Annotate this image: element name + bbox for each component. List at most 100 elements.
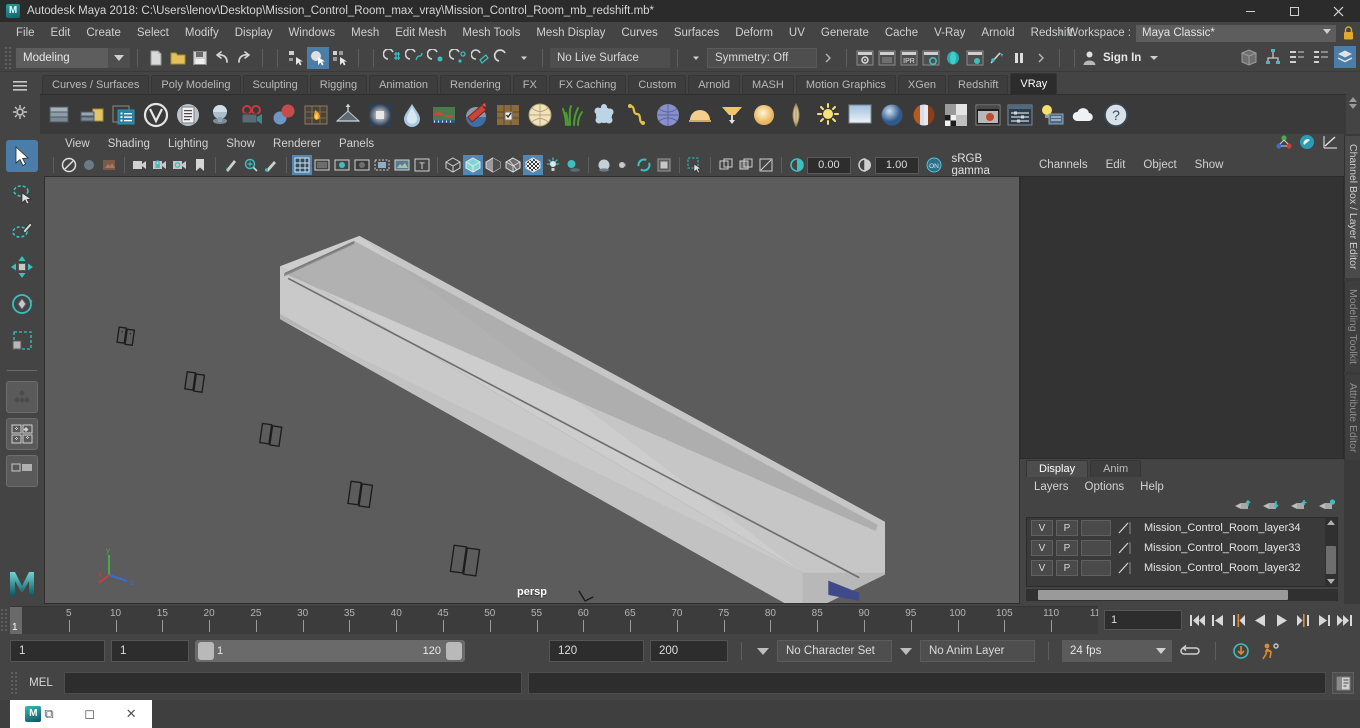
channel-menu-object[interactable]: Object: [1134, 154, 1185, 176]
paint-select-tool[interactable]: [6, 214, 38, 246]
taskbar-app-group[interactable]: M ⧉: [25, 706, 54, 722]
vray-log-icon[interactable]: [172, 99, 203, 130]
symmetry-field[interactable]: Symmetry: Off: [707, 47, 817, 68]
script-editor-icon[interactable]: [1332, 672, 1354, 694]
perspective-viewport[interactable]: y z x persp: [44, 176, 1020, 604]
new-scene-icon[interactable]: [145, 47, 167, 69]
layer-state-toggle[interactable]: [1081, 540, 1111, 556]
shelf-tab-custom[interactable]: Custom: [628, 75, 687, 94]
shelf-tab-mash[interactable]: MASH: [742, 75, 794, 94]
shelf-tab-sculpting[interactable]: Sculpting: [242, 75, 308, 94]
vray-water-icon[interactable]: [396, 99, 427, 130]
menu-item-edit-mesh[interactable]: Edit Mesh: [387, 22, 454, 44]
layer-playback-toggle[interactable]: P: [1056, 540, 1078, 556]
bookmark-view-icon[interactable]: [79, 155, 99, 175]
vray-fur-grass-icon[interactable]: [556, 99, 587, 130]
toggle-resolution-gate-icon[interactable]: [332, 155, 352, 175]
last-tool-used[interactable]: [6, 381, 38, 413]
vray-displacement-icon[interactable]: [428, 99, 459, 130]
vray-help-icon[interactable]: ?: [1100, 99, 1131, 130]
close-button[interactable]: [1316, 0, 1360, 22]
vray-logo-icon[interactable]: [140, 99, 171, 130]
menu-overflow-chevron-icon[interactable]: »: [1053, 27, 1067, 39]
vray-mesh-grid-icon[interactable]: [524, 99, 555, 130]
layer-menu-layers[interactable]: Layers: [1026, 477, 1077, 497]
restore-icon[interactable]: ⧉: [44, 706, 53, 722]
go-to-start-icon[interactable]: [1188, 610, 1207, 630]
scroll-down-icon[interactable]: [1327, 579, 1335, 584]
isolate-select-icon[interactable]: [685, 155, 705, 175]
viewport-menu-panels[interactable]: Panels: [330, 134, 383, 154]
layer-name[interactable]: Mission_Control_Room_layer33: [1139, 542, 1301, 554]
select-by-object-type-icon[interactable]: [307, 46, 329, 69]
vray-render-stack-icon[interactable]: [44, 99, 75, 130]
shelf-tab-fx[interactable]: FX: [512, 75, 547, 94]
undo-icon[interactable]: [211, 47, 233, 69]
magnify-tool-icon[interactable]: [241, 155, 261, 175]
auto-keyframe-icon[interactable]: [1229, 640, 1253, 662]
bookmark-icon[interactable]: [190, 155, 210, 175]
channel-menu-channels[interactable]: Channels: [1030, 154, 1097, 176]
toggle-image-plane-icon[interactable]: [392, 155, 412, 175]
xray-active-components-icon[interactable]: [736, 155, 756, 175]
layer-menu-help[interactable]: Help: [1132, 477, 1172, 497]
smooth-shade-all-icon[interactable]: [463, 155, 483, 175]
layer-playback-toggle[interactable]: P: [1056, 520, 1078, 536]
shelf-tab-xgen[interactable]: XGen: [897, 75, 947, 94]
vray-camera-icon[interactable]: [236, 99, 267, 130]
viewport-menu-view[interactable]: View: [56, 134, 99, 154]
anim-layer-field[interactable]: No Anim Layer: [920, 640, 1035, 662]
select-by-component-type-icon[interactable]: [329, 47, 351, 69]
time-slider[interactable]: 1 5 10 15 20 25 30 35 40 45 50 55 60 65 70 75 80 85 90 95 1…: [10, 606, 1098, 634]
step-back-keyframe-icon[interactable]: [1209, 610, 1228, 630]
open-attribute-editor-icon[interactable]: [1286, 46, 1308, 68]
redo-previous-render-icon[interactable]: [876, 47, 898, 69]
xray-joints-icon[interactable]: [716, 155, 736, 175]
step-forward-keyframe-icon[interactable]: [1314, 610, 1333, 630]
layer-state-toggle[interactable]: [1081, 520, 1111, 536]
shelf-tab-rendering[interactable]: Rendering: [440, 75, 511, 94]
panel-layout-options[interactable]: [6, 455, 38, 487]
channel-menu-edit[interactable]: Edit: [1097, 154, 1135, 176]
layer-state-toggle[interactable]: [1081, 560, 1111, 576]
redo-icon[interactable]: [233, 47, 255, 69]
open-channel-box-icon[interactable]: [1310, 46, 1332, 68]
vray-sphere-fade-icon[interactable]: [268, 99, 299, 130]
vray-frame-buffer-icon[interactable]: [972, 99, 1003, 130]
grease-pencil-icon[interactable]: [221, 155, 241, 175]
range-slider-bar[interactable]: 1 120: [195, 640, 465, 662]
move-layer-up-icon[interactable]: [1234, 498, 1252, 517]
layer-name[interactable]: Mission_Control_Room_layer32: [1139, 562, 1301, 574]
snap-to-projected-center-icon[interactable]: [447, 47, 469, 69]
shelf-tab-curves-surfaces[interactable]: Curves / Surfaces: [42, 75, 150, 94]
layer-name[interactable]: Mission_Control_Room_layer34: [1139, 522, 1301, 534]
vray-cloud-icon[interactable]: [1068, 99, 1099, 130]
viewport-menu-renderer[interactable]: Renderer: [264, 134, 330, 154]
menu-item-display[interactable]: Display: [227, 22, 281, 44]
table-row[interactable]: V P Mission_Control_Room_layer33: [1027, 538, 1337, 558]
shelf-tab-rigging[interactable]: Rigging: [309, 75, 368, 94]
vray-attributes-icon[interactable]: [108, 99, 139, 130]
viewport-menu-lighting[interactable]: Lighting: [159, 134, 217, 154]
open-hypergraph-icon[interactable]: [1262, 46, 1284, 68]
open-scene-icon[interactable]: [167, 47, 189, 69]
shelf-tab-poly-modeling[interactable]: Poly Modeling: [151, 75, 241, 94]
shelf-tab-redshift[interactable]: Redshift: [948, 75, 1009, 94]
layer-color-swatch[interactable]: [1114, 520, 1136, 536]
attribute-editor-icon[interactable]: [1299, 134, 1315, 155]
open-tool-settings-icon[interactable]: [1334, 46, 1356, 68]
shadows-icon[interactable]: [563, 155, 583, 175]
vray-ies-light-icon[interactable]: [716, 99, 747, 130]
vray-render-folder-icon[interactable]: [76, 99, 107, 130]
select-tool[interactable]: [6, 140, 38, 172]
animation-start-time-field[interactable]: 1: [10, 640, 105, 662]
render-current-frame-icon[interactable]: [854, 47, 876, 69]
exposure-icon[interactable]: [787, 155, 807, 175]
menu-item-deform[interactable]: Deform: [727, 22, 781, 44]
vray-light-dome-icon[interactable]: [364, 99, 395, 130]
vray-checker-icon[interactable]: [940, 99, 971, 130]
menu-item-mesh-tools[interactable]: Mesh Tools: [454, 22, 528, 44]
viewport-menu-shading[interactable]: Shading: [99, 134, 159, 154]
shelf-tab-animation[interactable]: Animation: [369, 75, 439, 94]
channel-menu-show[interactable]: Show: [1186, 154, 1233, 176]
